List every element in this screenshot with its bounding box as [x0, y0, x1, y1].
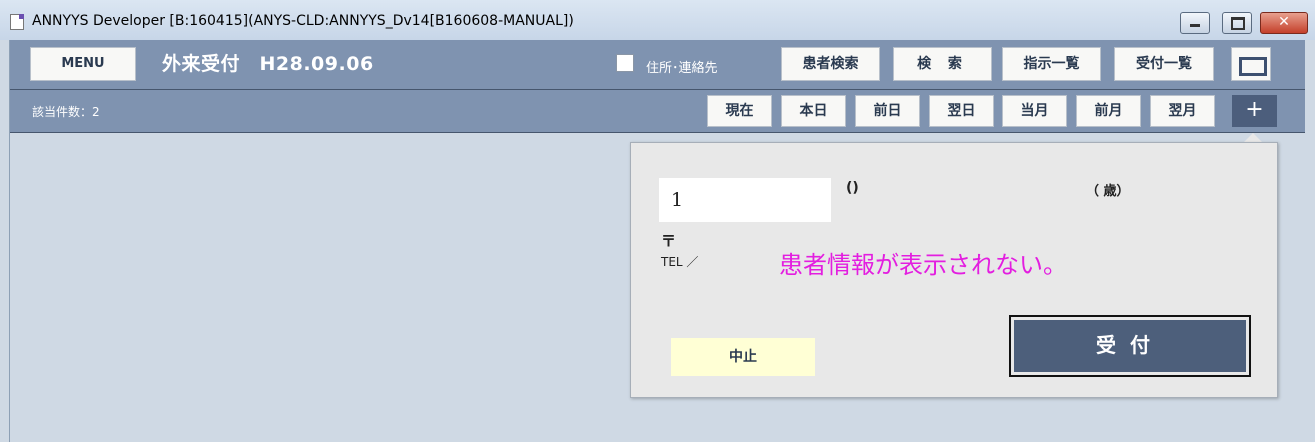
maximize-button[interactable]: [1222, 12, 1252, 34]
patient-search-button[interactable]: 患者検索: [781, 47, 880, 81]
date-button-this-month[interactable]: 当月: [1002, 95, 1067, 127]
date-button-prev-day[interactable]: 前日: [855, 95, 920, 127]
instruction-list-button[interactable]: 指示一覧: [1002, 47, 1101, 81]
window-title: ANNYYS Developer [B:160415](ANYS-CLD:ANN…: [32, 13, 574, 29]
window-frame-icon: [1239, 57, 1267, 76]
menu-button[interactable]: MENU: [30, 47, 136, 81]
patient-age-display: （ 歳）: [1086, 184, 1130, 199]
close-icon: ✕: [1278, 14, 1290, 30]
postal-code-mark: 〒: [661, 232, 677, 250]
address-contact-label: 住所･連絡先: [646, 61, 718, 76]
result-count: 該当件数：2: [32, 105, 100, 119]
address-contact-checkbox[interactable]: [616, 54, 634, 72]
minimize-button[interactable]: [1180, 12, 1210, 34]
add-reception-button[interactable]: +: [1232, 95, 1277, 127]
maximize-icon: [1231, 17, 1245, 30]
screen-title: 外来受付 H28.09.06: [162, 53, 374, 75]
tel-display: TEL ／: [661, 255, 699, 269]
search-button[interactable]: 検 索: [893, 47, 992, 81]
date-button-today[interactable]: 本日: [781, 95, 846, 127]
minimize-icon: [1190, 24, 1200, 27]
app-client-area: MENU 外来受付 H28.09.06 住所･連絡先 患者検索 検 索 指示一覧…: [9, 40, 1313, 442]
date-button-prev-month[interactable]: 前月: [1076, 95, 1141, 127]
accept-button-frame: 受付: [1009, 315, 1251, 377]
main-toolbar: MENU 外来受付 H28.09.06 住所･連絡先 患者検索 検 索 指示一覧…: [10, 40, 1305, 90]
cancel-button[interactable]: 中止: [671, 338, 815, 376]
date-button-next-day[interactable]: 翌日: [929, 95, 994, 127]
date-button-now[interactable]: 現在: [707, 95, 772, 127]
reception-popup: 1 () （ 歳） 〒 TEL ／ 患者情報が表示されない。 中止 受付: [630, 142, 1278, 398]
accept-button[interactable]: 受付: [1014, 320, 1246, 372]
close-button[interactable]: ✕: [1260, 12, 1308, 34]
reception-list-button[interactable]: 受付一覧: [1114, 47, 1214, 81]
window-titlebar[interactable]: ANNYYS Developer [B:160415](ANYS-CLD:ANN…: [0, 0, 1315, 40]
date-button-next-month[interactable]: 翌月: [1150, 95, 1215, 127]
vertical-scrollbar[interactable]: [1305, 40, 1313, 442]
annotation-text: 患者情報が表示されない。: [779, 251, 1067, 279]
patient-name-display: (): [846, 180, 859, 196]
patient-id-input[interactable]: 1: [659, 178, 831, 222]
screen-toggle-button[interactable]: [1231, 47, 1271, 81]
app-icon: [10, 14, 24, 30]
